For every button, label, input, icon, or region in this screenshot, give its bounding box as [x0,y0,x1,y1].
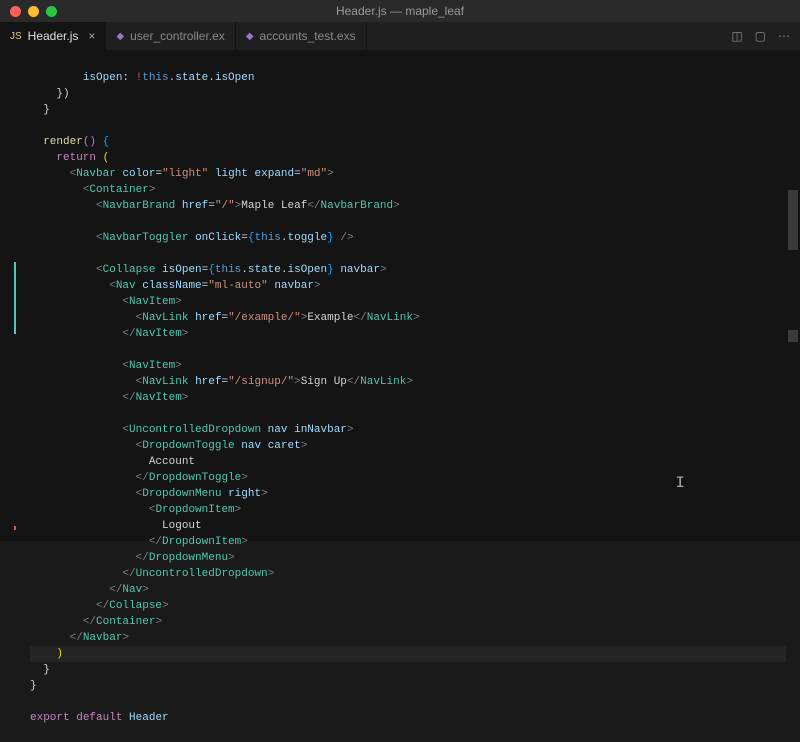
js-icon: JS [10,31,22,42]
code-token: navbar [274,280,314,292]
tab-label: Header.js [28,29,79,43]
tab-label: user_controller.ex [130,29,225,43]
code-token: () [83,136,96,148]
code-token: DropdownToggle [142,440,234,452]
code-token: Navbar [76,168,116,180]
code-token: color [122,168,155,180]
code-token: NavbarBrand [321,200,394,212]
code-token: DropdownItem [155,504,234,516]
code-token: light [215,168,248,180]
code-token: Account [149,456,195,468]
zoom-window-button[interactable] [46,6,57,17]
code-token: Collapse [109,600,162,612]
code-area[interactable]: isOpen: !this.state.isOpen }) } render()… [18,50,786,541]
code-token: href [195,376,221,388]
code-token: .toggle [281,232,327,244]
code-token: this [255,232,281,244]
code-token: render [43,136,83,148]
code-token: isOpen [83,72,123,84]
code-token: DropdownItem [162,536,241,548]
diff-added-bar [14,262,16,334]
code-token: .state.isOpen [169,72,255,84]
close-window-button[interactable] [10,6,21,17]
code-token: NavItem [129,360,175,372]
more-actions-icon[interactable]: ⋯ [778,29,790,43]
titlebar: Header.js — maple_leaf [0,0,800,22]
code-token: this [142,72,168,84]
code-token: NavLink [360,376,406,388]
minimap[interactable] [786,50,800,541]
code-token: Logout [162,520,202,532]
code-token: NavItem [129,296,175,308]
code-token: Navbar [83,632,123,644]
split-editor-icon[interactable]: ◫ [731,29,742,43]
code-token: default [76,712,122,724]
tab-accounts-test[interactable]: ◆ accounts_test.exs [236,22,367,50]
window-controls [0,6,57,17]
code-token: UncontrolledDropdown [136,568,268,580]
code-token: DropdownMenu [149,552,228,564]
code-token: right [228,488,261,500]
code-token: UncontrolledDropdown [129,424,261,436]
code-token: ) [56,648,63,660]
code-token: nav [241,440,261,452]
code-token: Example [307,312,353,324]
code-token: "/" [215,200,235,212]
code-token: DropdownMenu [142,488,221,500]
minimize-window-button[interactable] [28,6,39,17]
minimap-region [788,330,798,342]
code-token: Container [96,616,155,628]
tab-label: accounts_test.exs [260,29,356,43]
code-token: inNavbar [294,424,347,436]
code-token: href [195,312,221,324]
code-token: NavbarBrand [103,200,176,212]
diff-removed-bar [14,526,16,530]
code-token: "/signup/" [228,376,294,388]
elixir-icon: ◆ [246,31,254,42]
code-token: Header [129,712,169,724]
code-token: DropdownToggle [149,472,241,484]
code-token: navbar [340,264,380,276]
code-token: expand [255,168,295,180]
preview-icon[interactable]: ▢ [755,29,766,43]
gutter [0,50,18,541]
close-tab-icon[interactable]: × [88,29,95,43]
code-token: className [142,280,201,292]
editor[interactable]: isOpen: !this.state.isOpen }) } render()… [0,50,800,541]
minimap-region [788,190,798,250]
code-token: return [56,152,96,164]
code-token: Maple Leaf [241,200,307,212]
elixir-icon: ◆ [116,31,124,42]
window-title: Header.js — maple_leaf [336,4,464,18]
code-token: "md" [301,168,327,180]
code-token: NavItem [136,328,182,340]
code-token: export [30,712,70,724]
tab-user-controller[interactable]: ◆ user_controller.ex [106,22,235,50]
code-token: Nav [116,280,136,292]
code-token: NavItem [136,392,182,404]
tab-bar: JS Header.js × ◆ user_controller.ex ◆ ac… [0,22,800,50]
text-cursor-icon: I [675,474,685,492]
code-token: Nav [122,584,142,596]
code-token: this [215,264,241,276]
code-token: nav [268,424,288,436]
editor-actions: ◫ ▢ ⋯ [731,22,800,50]
code-token: href [182,200,208,212]
code-token: isOpen [162,264,202,276]
code-token: Sign Up [301,376,347,388]
code-token: "/example/" [228,312,301,324]
code-token: .state.isOpen [241,264,327,276]
code-token: NavbarToggler [103,232,189,244]
tab-header-js[interactable]: JS Header.js × [0,22,106,50]
code-token: "light" [162,168,208,180]
code-token: NavLink [367,312,413,324]
code-token: "ml-auto" [208,280,267,292]
code-token: NavLink [142,376,188,388]
code-token: Container [89,184,148,196]
code-token: caret [268,440,301,452]
code-token: Collapse [103,264,156,276]
code-token: NavLink [142,312,188,324]
code-token: onClick [195,232,241,244]
